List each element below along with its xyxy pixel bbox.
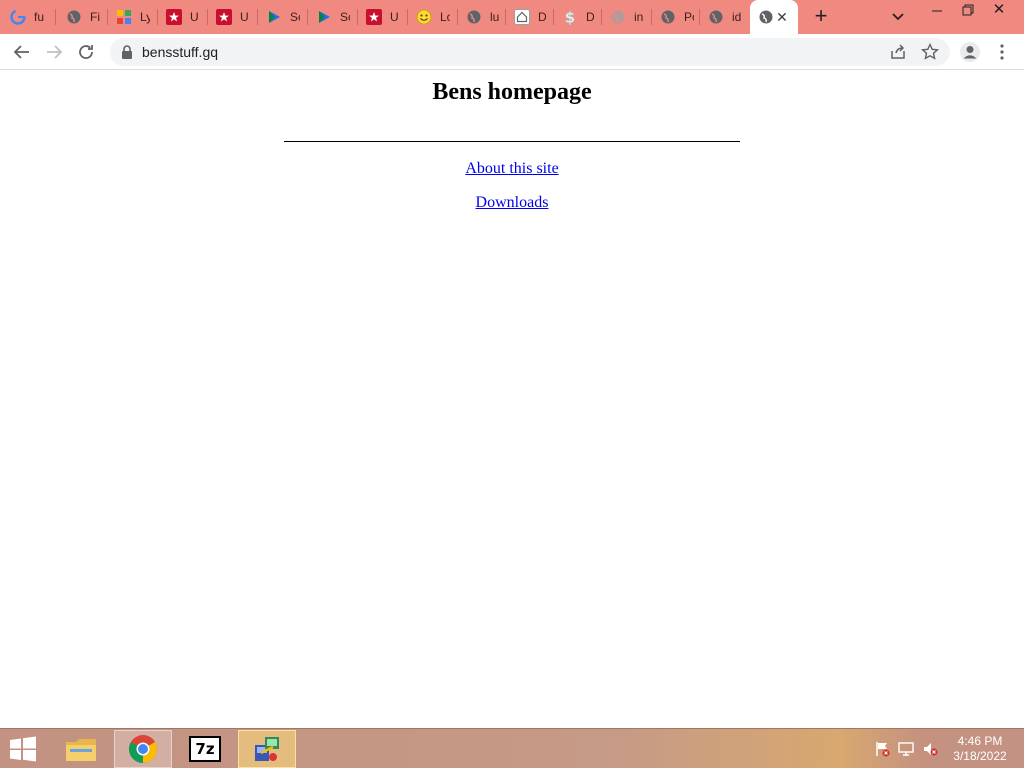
reload-button[interactable] (74, 40, 98, 64)
url-text[interactable]: bensstuff.gq (142, 44, 218, 60)
tab-13[interactable]: in (602, 0, 652, 34)
tab-4[interactable]: U (158, 0, 208, 34)
about-link[interactable]: About this site (465, 160, 558, 177)
tab-title: D (586, 10, 595, 24)
clock-time: 4:46 PM (957, 734, 1003, 748)
tab-separator (55, 9, 56, 25)
tab-title: Pc (684, 10, 694, 24)
restore-button[interactable] (952, 0, 982, 22)
google-icon (10, 9, 26, 25)
tab-1[interactable]: fu (2, 0, 56, 34)
chrome-icon[interactable] (114, 730, 172, 768)
reload-icon (79, 45, 93, 59)
bookmark-star-icon[interactable] (920, 42, 940, 62)
network-icon[interactable] (898, 741, 914, 757)
tab-14[interactable]: Pc (652, 0, 700, 34)
lock-icon[interactable] (120, 44, 134, 60)
globe-icon (466, 9, 482, 25)
tab-10[interactable]: lu (458, 0, 506, 34)
link-row-about: About this site (0, 160, 1024, 178)
tab-3[interactable]: Ly (108, 0, 158, 34)
address-bar[interactable]: bensstuff.gq (110, 38, 950, 66)
globe-icon (708, 9, 724, 25)
file-explorer-icon[interactable] (52, 730, 110, 768)
tab-strip: fu Fi Ly U U Sc (0, 0, 1024, 34)
tab-title: U (190, 10, 199, 24)
tab-title: D (538, 10, 547, 24)
tab-title: fu (34, 10, 44, 24)
dollar-icon: $ (562, 9, 578, 25)
tab-5[interactable]: U (208, 0, 258, 34)
globe-icon (660, 9, 676, 25)
house-outline-icon (514, 9, 530, 25)
tab-title: id (732, 10, 742, 24)
tab-title: Sc (340, 10, 350, 24)
7zip-icon[interactable]: 7z (176, 730, 234, 768)
red-star-icon (366, 9, 382, 25)
tab-title: U (390, 10, 399, 24)
red-star-icon (166, 9, 182, 25)
play-arrow-icon (316, 9, 332, 25)
profile-button[interactable] (958, 40, 982, 64)
page-title: Bens homepage (432, 79, 592, 105)
tab-active[interactable]: ✕ (750, 0, 798, 34)
volume-muted-icon[interactable] (922, 741, 938, 757)
minimize-button[interactable] (922, 0, 952, 22)
kebab-menu-icon (1000, 44, 1004, 60)
windows-start-icon[interactable] (8, 736, 38, 762)
7zip-label: 7z (195, 740, 215, 758)
close-icon[interactable]: ✕ (774, 9, 790, 25)
downloads-link[interactable]: Downloads (476, 194, 549, 211)
globe-icon (758, 9, 774, 25)
tab-title: in (634, 10, 644, 24)
window-close-button[interactable]: ✕ (984, 0, 1014, 22)
tab-title: Fi (90, 10, 100, 24)
system-clock[interactable]: 4:46 PM 3/18/2022 (944, 734, 1016, 764)
tab-2[interactable]: Fi (58, 0, 108, 34)
tab-7[interactable]: Sc (308, 0, 358, 34)
smiley-icon (416, 9, 432, 25)
tab-11[interactable]: D (506, 0, 554, 34)
tab-12[interactable]: $ D (554, 0, 602, 34)
clock-date: 3/18/2022 (953, 749, 1007, 763)
link-row-downloads: Downloads (0, 194, 1024, 212)
play-arrow-icon (266, 9, 282, 25)
globe-faded-icon (610, 9, 626, 25)
arrow-right-icon (47, 45, 63, 59)
new-tab-button[interactable]: + (808, 5, 834, 29)
colorful-grid-icon (116, 9, 132, 25)
globe-icon (66, 9, 82, 25)
arrow-left-icon (13, 45, 29, 59)
tab-title: Sc (290, 10, 300, 24)
tab-title: Lo (440, 10, 450, 24)
browser-toolbar: bensstuff.gq (0, 34, 1024, 70)
share-icon[interactable] (888, 42, 908, 62)
tab-title: U (240, 10, 249, 24)
taskbar: 7z 4:46 PM 3/18/2022 (0, 728, 1024, 768)
red-star-icon (216, 9, 232, 25)
tab-6[interactable]: Sc (258, 0, 308, 34)
menu-button[interactable] (990, 40, 1014, 64)
action-center-flag-icon[interactable] (874, 741, 890, 757)
avatar-icon (960, 42, 980, 62)
chevron-down-icon[interactable] (888, 8, 908, 26)
setup-installer-icon[interactable] (238, 730, 296, 768)
tab-title: Ly (140, 10, 150, 24)
tab-9[interactable]: Lo (408, 0, 458, 34)
page-viewport: Bens homepage About this site Downloads (0, 71, 1024, 728)
horizontal-rule (284, 141, 740, 142)
forward-button[interactable] (42, 40, 66, 64)
tab-8[interactable]: U (358, 0, 408, 34)
back-button[interactable] (10, 40, 34, 64)
tab-title: lu (490, 10, 500, 24)
svg-text:$: $ (565, 9, 575, 25)
tab-15[interactable]: id (700, 0, 748, 34)
